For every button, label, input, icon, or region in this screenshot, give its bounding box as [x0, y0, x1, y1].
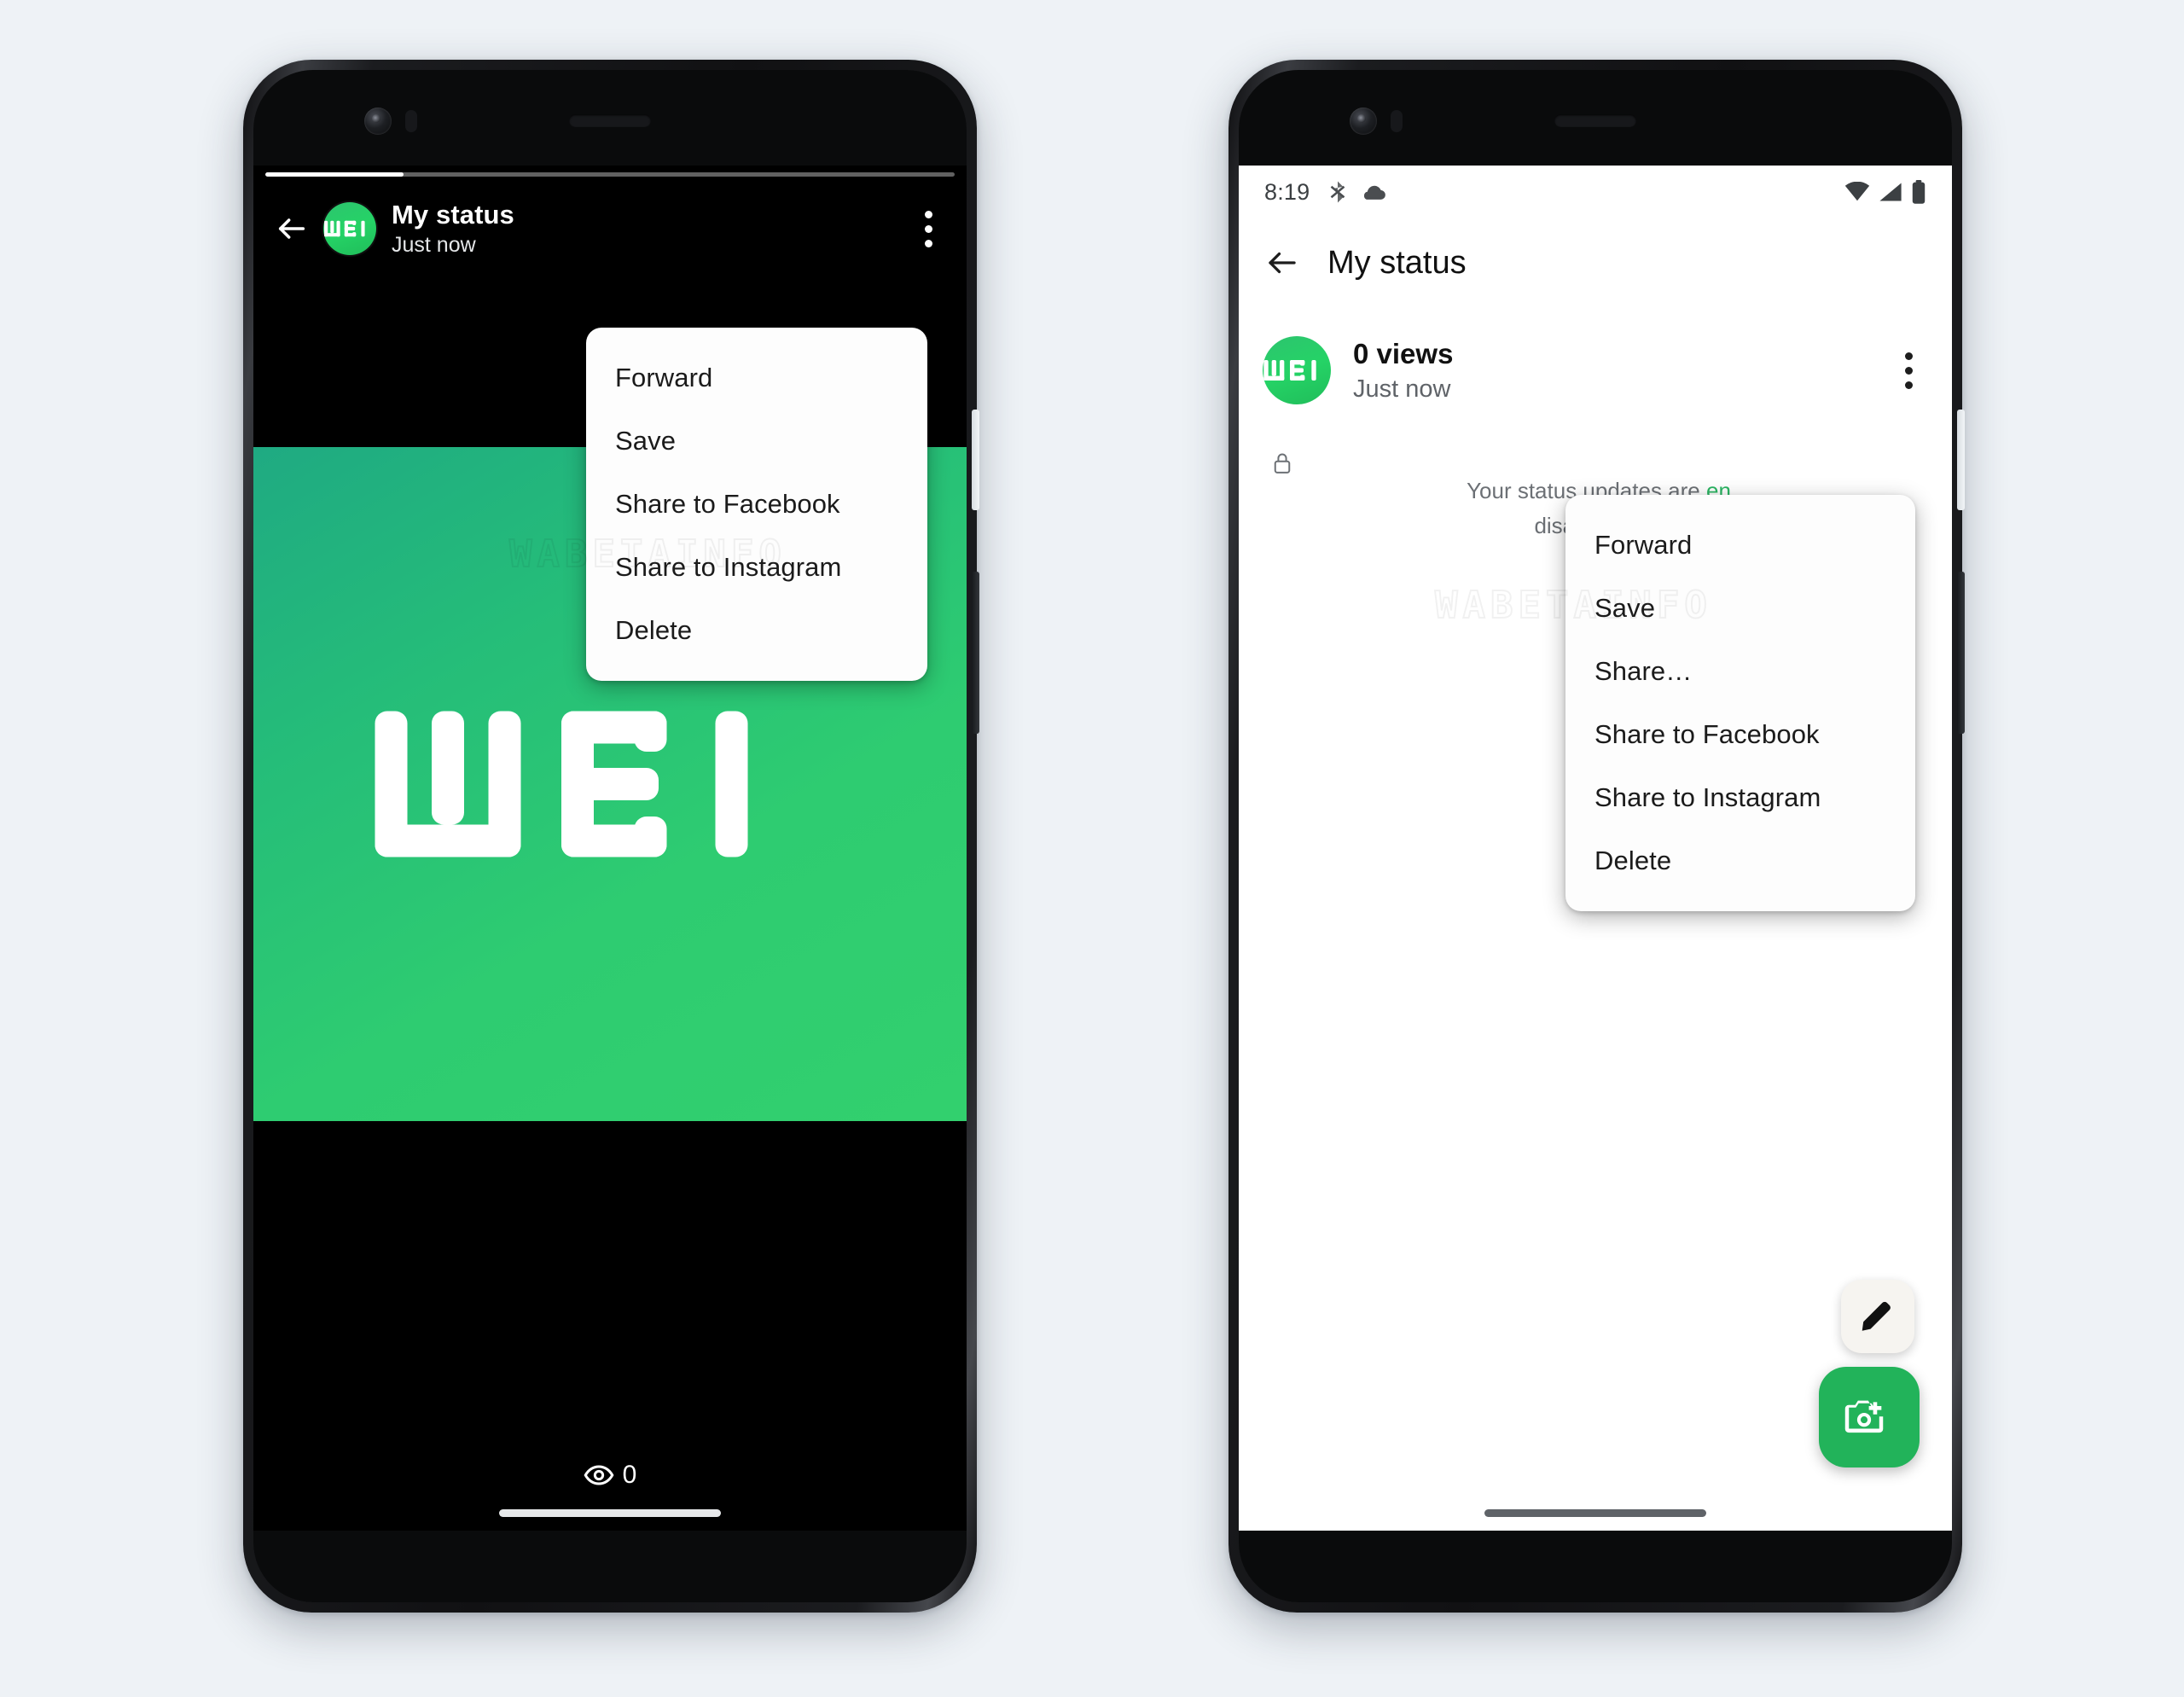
wifi-icon [1844, 182, 1870, 202]
back-arrow-icon[interactable] [272, 209, 311, 248]
story-progress-bar [265, 172, 955, 177]
wbi-logo-icon [1263, 360, 1316, 381]
system-clock: 8:19 [1264, 178, 1310, 205]
earpiece-speaker-icon [569, 114, 651, 127]
camera-plus-icon [1844, 1395, 1894, 1439]
status-timestamp: Just now [1353, 375, 1451, 403]
menu-item-share-to-instagram[interactable]: Share to Instagram [1565, 766, 1915, 829]
my-status-texts: 0 views Just now [1353, 338, 1453, 404]
phone-top-bezel-left [253, 70, 967, 166]
power-button-right[interactable] [1957, 410, 1965, 510]
story-progress-fill [265, 172, 404, 177]
kebab-dot [924, 210, 932, 218]
volume-button-left[interactable] [972, 572, 979, 734]
avatar[interactable] [323, 202, 376, 255]
overflow-menu-right: Forward Save Share… Share to Facebook Sh… [1565, 495, 1915, 911]
phone-frame-inner-left: My status Just now 0 Forward Save Share … [253, 70, 967, 1602]
page-title: My status [1327, 244, 1467, 281]
menu-item-delete[interactable]: Delete [586, 599, 927, 662]
status-bar-right-icons [1844, 180, 1926, 204]
front-camera-icon [364, 108, 392, 135]
phone-frame-inner-right: 8:19 My status 0 views Just now Your sta… [1239, 70, 1952, 1602]
home-indicator[interactable] [1484, 1509, 1706, 1517]
status-viewer-screen: My status Just now 0 Forward Save Share … [253, 166, 967, 1531]
wbi-logo-icon [324, 220, 365, 237]
status-bar-left-icons [1327, 179, 1386, 205]
pencil-icon [1858, 1297, 1897, 1336]
overflow-menu-left: Forward Save Share to Facebook Share to … [586, 328, 927, 681]
edit-fab[interactable] [1841, 1280, 1914, 1353]
kebab-dot [1904, 366, 1913, 375]
menu-item-share-to-instagram[interactable]: Share to Instagram [586, 536, 927, 599]
menu-item-save[interactable]: Save [586, 410, 927, 473]
kebab-dot [924, 224, 932, 233]
menu-item-save[interactable]: Save [1565, 577, 1915, 640]
bluetooth-off-icon [1327, 179, 1349, 205]
battery-icon [1911, 180, 1926, 204]
status-timestamp: Just now [392, 233, 476, 258]
menu-item-forward[interactable]: Forward [1565, 514, 1915, 577]
eye-icon [584, 1464, 614, 1486]
home-indicator[interactable] [499, 1509, 721, 1517]
my-status-screen: 8:19 My status 0 views Just now Your sta… [1239, 166, 1952, 1531]
signal-icon [1879, 182, 1902, 202]
my-status-row[interactable]: 0 views Just now [1239, 316, 1952, 425]
menu-item-share[interactable]: Share… [1565, 640, 1915, 703]
earpiece-speaker-icon [1554, 114, 1636, 127]
cloud-icon [1361, 183, 1386, 201]
app-bar: My status [1239, 218, 1952, 307]
volume-button-right[interactable] [1957, 572, 1965, 734]
camera-fab[interactable] [1819, 1367, 1920, 1467]
menu-item-share-to-facebook[interactable]: Share to Facebook [586, 473, 927, 536]
status-view-count-label: 0 views [1353, 337, 1454, 369]
phone-device-left: My status Just now 0 Forward Save Share … [243, 60, 979, 1613]
view-count-value: 0 [622, 1461, 637, 1489]
system-status-bar: 8:19 [1239, 166, 1952, 218]
wbi-logo-icon [375, 711, 748, 857]
kebab-menu-icon[interactable] [909, 203, 948, 254]
back-arrow-icon[interactable] [1263, 243, 1302, 282]
kebab-dot [1904, 352, 1913, 360]
phone-top-bezel-right [1239, 70, 1952, 166]
menu-item-share-to-facebook[interactable]: Share to Facebook [1565, 703, 1915, 766]
phone-bottom-bezel-right [1239, 1531, 1952, 1602]
phone-bottom-bezel-left [253, 1531, 967, 1602]
status-viewer-topbar: My status Just now [253, 188, 967, 270]
power-button-left[interactable] [972, 410, 979, 510]
front-camera-icon [1350, 108, 1377, 135]
page-title: My status [392, 199, 514, 230]
proximity-sensor-icon [1391, 110, 1403, 132]
kebab-dot [924, 239, 932, 247]
kebab-menu-icon[interactable] [1889, 345, 1928, 396]
phone-device-right: 8:19 My status 0 views Just now Your sta… [1228, 60, 1965, 1613]
menu-item-forward[interactable]: Forward [586, 346, 927, 410]
menu-item-delete[interactable]: Delete [1565, 829, 1915, 892]
status-view-count[interactable]: 0 [253, 1461, 967, 1490]
kebab-dot [1904, 381, 1913, 389]
lock-icon [1273, 452, 1918, 474]
avatar[interactable] [1263, 336, 1331, 404]
proximity-sensor-icon [405, 110, 417, 132]
status-viewer-titles: My status Just now [392, 200, 514, 258]
